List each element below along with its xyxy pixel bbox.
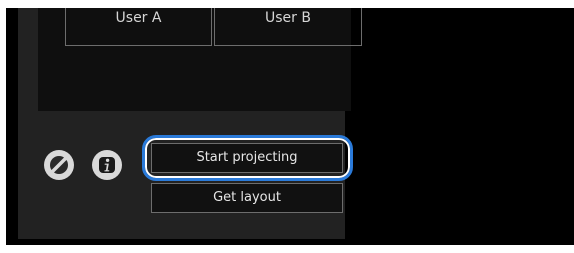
start-projecting-button[interactable]: Start projecting	[151, 143, 343, 173]
info-icon[interactable]	[92, 150, 122, 180]
start-projecting-label: Start projecting	[196, 150, 298, 165]
control-panel: User A User B Start projecting Get layou…	[18, 8, 362, 239]
user-b-label: User B	[265, 10, 311, 26]
user-b-tile[interactable]: User B	[214, 8, 362, 46]
layout-preview: User A User B	[38, 8, 362, 111]
no-entry-icon[interactable]	[44, 150, 74, 180]
app-window: User A User B Start projecting Get layou…	[6, 8, 574, 245]
get-layout-label: Get layout	[213, 190, 281, 205]
screen: User A User B Start projecting Get layou…	[0, 0, 574, 253]
get-layout-button[interactable]: Get layout	[151, 183, 343, 213]
user-a-tile[interactable]: User A	[65, 8, 212, 46]
user-a-label: User A	[115, 10, 162, 26]
